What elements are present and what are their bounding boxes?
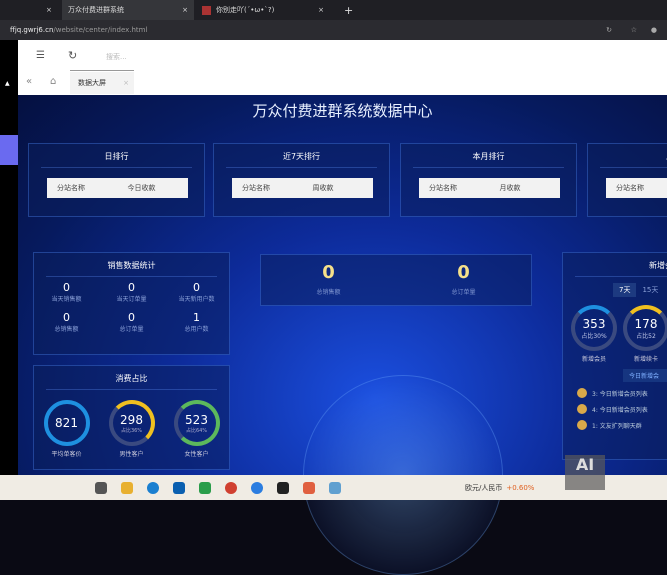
stat-item: 1 总用户数 [184, 311, 209, 333]
table-header: 分站名称 周收款 [232, 178, 373, 198]
browser-tab[interactable]: 你别走吖(´•ω•`?) × [196, 0, 330, 20]
chrome-icon[interactable] [225, 481, 237, 494]
refresh-icon[interactable]: ↻ [68, 49, 77, 62]
qq-icon[interactable] [277, 481, 289, 494]
refresh-icon[interactable]: ↻ [606, 26, 612, 34]
double-chevron-left-icon[interactable]: « [26, 76, 32, 87]
sales-stats-panel: 销售数据统计 0 当天销售额 0 当天订单量 0 当天新用户数 0 总销售额 0 总订单量… [33, 252, 230, 355]
new-members-panel: 新增会员 7天 15天 353占比30%新增会员 178占比52新增续卡 今日新… [562, 252, 667, 460]
table-header: 分站名称 今日收款 [47, 178, 188, 198]
list-item[interactable]: 1: 文友扩列聊天群 [577, 420, 667, 430]
favorites-icon[interactable]: ☆ [631, 26, 637, 34]
medal-icon [577, 388, 587, 398]
app-icon[interactable] [303, 481, 315, 494]
dashboard-title: 万众付费进群系统数据中心 [252, 102, 433, 120]
sidebar: ▲ [0, 40, 18, 475]
ranking-panel: 近7天排行 分站名称 周收款 [213, 143, 390, 217]
ring-stat: 821 平均单客价 [43, 400, 90, 458]
stat-item: 0 当天销售额 [51, 281, 82, 303]
app-header: ☰ ↻ 搜索... « ⌂ 数据大屏 × [18, 40, 667, 95]
file-explorer-icon[interactable] [121, 481, 133, 494]
close-icon[interactable]: × [46, 6, 52, 14]
totals-panel: 0 总销售额 0 总订单量 [260, 254, 532, 306]
medal-icon [577, 420, 587, 430]
outlook-icon[interactable] [173, 481, 185, 494]
stat-item: 0 当天订单量 [116, 281, 147, 303]
browser-tab[interactable]: 万众付费进群系统 × [62, 0, 194, 20]
new-tab-button[interactable]: + [338, 0, 359, 20]
total-item: 0 总订单量 [451, 262, 476, 296]
ranking-panel: 本月排行 分站名称 月收款 [400, 143, 577, 217]
close-icon[interactable]: × [123, 79, 134, 87]
favicon-icon [202, 5, 211, 15]
watermark-logo: AI [565, 455, 605, 490]
ticker-change: +0.60% [506, 483, 535, 492]
app-icon[interactable] [329, 481, 341, 494]
search-input[interactable]: 搜索... [106, 52, 127, 62]
address-bar[interactable]: ffjq.gwrj6.cn/website/center/index.html … [0, 20, 667, 40]
ticker-label[interactable]: 欧元/人民币 [465, 483, 502, 493]
browser-tab-bar: × 万众付费进群系统 × 你别走吖(´•ω•`?) × + [0, 0, 667, 20]
stat-item: 0 总订单量 [119, 311, 144, 333]
edge-icon[interactable] [147, 481, 159, 494]
sidebar-active-item[interactable] [0, 135, 18, 165]
close-icon[interactable]: × [182, 6, 188, 14]
tab-15days[interactable]: 15天 [642, 283, 658, 297]
ring-stat: 353 占比30% 新增会员 [571, 305, 617, 363]
table-header: 分站名称 [606, 178, 667, 198]
wechat-icon[interactable] [199, 481, 211, 494]
close-icon[interactable]: × [318, 6, 324, 14]
total-item: 0 总销售额 [316, 262, 341, 296]
page-tab[interactable]: 数据大屏 × [70, 72, 134, 94]
dashboard: 万众付费进群系统数据中心 日排行 分站名称 今日收款 近7天排行 分站名称 周收款 本月… [18, 95, 667, 575]
medal-icon [577, 404, 587, 414]
ring-stat: 298 占比36% 男性客户 [108, 400, 155, 458]
ring-stat: 178 占比52 新增续卡 [623, 305, 667, 363]
menu-icon[interactable]: ☰ [36, 50, 45, 61]
home-icon[interactable]: ⌂ [50, 76, 56, 87]
tab-7days[interactable]: 7天 [613, 283, 637, 297]
list-item[interactable]: 4: 今日新增会员列表 [577, 404, 667, 414]
stat-item: 0 总销售额 [54, 311, 79, 333]
consumption-panel: 消费占比 821 平均单客价 298 占比36% 男性客户 523 占比64% 女性客户 [33, 365, 230, 470]
list-item[interactable]: 3: 今日新增会员列表 [577, 388, 667, 398]
ranking-panel: 日排行 分站名称 今日收款 [28, 143, 205, 217]
table-header: 分站名称 月收款 [419, 178, 560, 198]
collapse-icon[interactable]: ▲ [5, 80, 10, 87]
ring-stat: 523 占比64% 女性客户 [173, 400, 220, 458]
task-view-icon[interactable] [95, 481, 107, 494]
ie-icon[interactable] [251, 481, 263, 494]
ranking-panel: 总分站名称 [587, 143, 667, 217]
profile-icon[interactable]: ● [651, 26, 657, 34]
stat-item: 0 当天新用户数 [178, 281, 215, 303]
